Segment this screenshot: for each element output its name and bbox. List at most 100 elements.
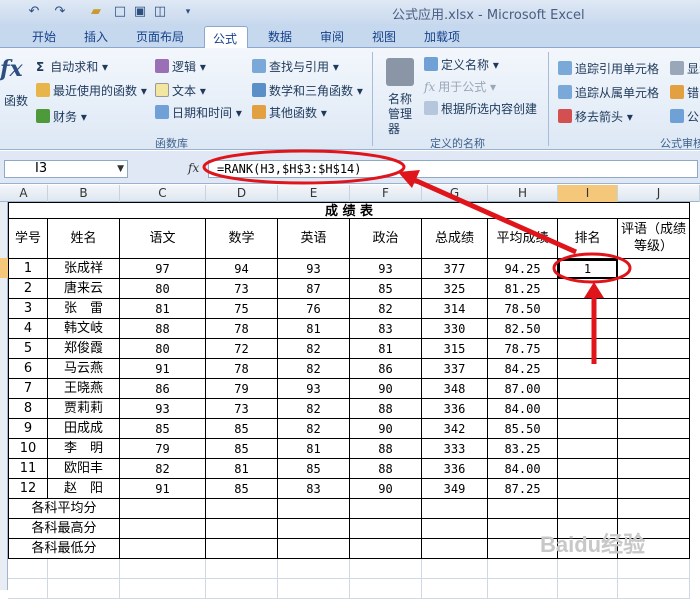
table-cell[interactable]: 85 — [206, 439, 278, 459]
header-cell[interactable]: 学号 — [8, 219, 48, 259]
empty-cell[interactable] — [8, 579, 48, 599]
column-header-e[interactable]: E — [278, 185, 350, 202]
table-cell[interactable]: 83.25 — [488, 439, 558, 459]
more-functions-button[interactable]: 其他函数 ▾ — [252, 104, 327, 122]
header-cell[interactable]: 语文 — [120, 219, 206, 259]
summary-cell[interactable] — [206, 539, 278, 559]
table-cell[interactable]: 377 — [422, 259, 488, 279]
table-cell[interactable]: 唐来云 — [48, 279, 120, 299]
table-cell[interactable]: 337 — [422, 359, 488, 379]
column-header-j[interactable]: J — [618, 185, 700, 202]
summary-cell[interactable] — [558, 539, 618, 559]
tab-insert[interactable]: 插入 — [84, 28, 108, 45]
financial-button[interactable]: 财务 ▾ — [36, 108, 87, 126]
name-manager-button[interactable]: 名称管理器 — [388, 92, 412, 136]
empty-cell[interactable] — [488, 559, 558, 579]
empty-cell[interactable] — [422, 559, 488, 579]
table-cell[interactable]: 73 — [206, 279, 278, 299]
column-header-h[interactable]: H — [488, 185, 558, 202]
table-cell[interactable]: 80 — [120, 279, 206, 299]
table-cell[interactable]: 82 — [278, 339, 350, 359]
summary-cell[interactable] — [206, 519, 278, 539]
summary-label[interactable]: 各科最高分 — [8, 519, 120, 539]
table-cell[interactable]: 315 — [422, 339, 488, 359]
empty-cell[interactable] — [8, 559, 48, 579]
table-cell[interactable]: 82 — [278, 419, 350, 439]
insert-function-button[interactable]: 函数 — [4, 92, 28, 110]
table-cell[interactable]: 78.50 — [488, 299, 558, 319]
table-cell[interactable]: 11 — [8, 459, 48, 479]
define-name-button[interactable]: 定义名称 ▾ — [424, 56, 499, 74]
rank-cell-i3[interactable]: 1 — [558, 259, 618, 279]
new-file-icon[interactable]: □ — [112, 4, 128, 20]
comment-cell[interactable] — [618, 339, 690, 359]
use-in-formula-button[interactable]: fx 用于公式 ▾ — [424, 78, 496, 96]
table-cell[interactable] — [558, 279, 618, 299]
table-cell[interactable]: 88 — [120, 319, 206, 339]
header-cell[interactable]: 评语（成绩等级） — [618, 219, 690, 259]
tab-page-layout[interactable]: 页面布局 — [136, 28, 184, 45]
table-cell[interactable]: 93 — [278, 259, 350, 279]
table-cell[interactable]: 3 — [8, 299, 48, 319]
table-cell[interactable]: 342 — [422, 419, 488, 439]
table-cell[interactable]: 94.25 — [488, 259, 558, 279]
comment-cell[interactable] — [618, 419, 690, 439]
redo-icon[interactable]: ↷ — [52, 4, 68, 20]
column-header-d[interactable]: D — [206, 185, 278, 202]
table-cell[interactable]: 4 — [8, 319, 48, 339]
table-cell[interactable]: 85 — [120, 419, 206, 439]
comment-cell[interactable] — [618, 259, 690, 279]
table-cell[interactable]: 83 — [278, 479, 350, 499]
summary-cell[interactable] — [278, 519, 350, 539]
print-preview-icon[interactable]: ◫ — [152, 4, 168, 20]
empty-cell[interactable] — [350, 559, 422, 579]
table-cell[interactable] — [558, 419, 618, 439]
table-cell[interactable]: 93 — [278, 379, 350, 399]
table-cell[interactable]: 赵 阳 — [48, 479, 120, 499]
table-cell[interactable] — [558, 379, 618, 399]
table-cell[interactable]: 87.25 — [488, 479, 558, 499]
empty-cell[interactable] — [48, 579, 120, 599]
header-cell[interactable]: 平均成绩 — [488, 219, 558, 259]
table-cell[interactable]: 79 — [206, 379, 278, 399]
table-cell[interactable]: 86 — [350, 359, 422, 379]
table-cell[interactable]: 91 — [120, 479, 206, 499]
summary-label[interactable]: 各科平均分 — [8, 499, 120, 519]
table-cell[interactable]: 84.25 — [488, 359, 558, 379]
table-cell[interactable]: 85 — [206, 479, 278, 499]
table-cell[interactable]: 336 — [422, 459, 488, 479]
table-cell[interactable]: 82.50 — [488, 319, 558, 339]
table-cell[interactable]: 333 — [422, 439, 488, 459]
summary-cell[interactable] — [422, 519, 488, 539]
show-formulas-button[interactable]: 显示 — [670, 60, 700, 78]
column-header-b[interactable]: B — [48, 185, 120, 202]
table-cell[interactable]: 76 — [278, 299, 350, 319]
table-cell[interactable]: 81 — [206, 459, 278, 479]
table-cell[interactable]: 田成成 — [48, 419, 120, 439]
table-cell[interactable]: 81 — [120, 299, 206, 319]
table-cell[interactable]: 314 — [422, 299, 488, 319]
table-cell[interactable]: 6 — [8, 359, 48, 379]
insert-function-fx-icon[interactable]: fx — [188, 161, 199, 175]
tab-view[interactable]: 视图 — [372, 28, 396, 45]
lookup-reference-button[interactable]: 查找与引用 ▾ — [252, 58, 339, 76]
tab-data[interactable]: 数据 — [268, 28, 292, 45]
undo-icon[interactable]: ↶ — [26, 4, 42, 20]
table-cell[interactable] — [558, 339, 618, 359]
table-cell[interactable] — [558, 359, 618, 379]
summary-cell[interactable] — [618, 499, 690, 519]
empty-cell[interactable] — [422, 579, 488, 599]
empty-cell[interactable] — [558, 559, 618, 579]
comment-cell[interactable] — [618, 459, 690, 479]
empty-cell[interactable] — [618, 579, 690, 599]
table-cell[interactable]: 93 — [120, 399, 206, 419]
autosum-button[interactable]: Σ 自动求和 ▾ — [36, 58, 108, 76]
chevron-down-icon[interactable]: ▼ — [117, 161, 124, 177]
empty-cell[interactable] — [120, 559, 206, 579]
table-cell[interactable]: 8 — [8, 399, 48, 419]
table-cell[interactable]: 87.00 — [488, 379, 558, 399]
table-cell[interactable] — [558, 299, 618, 319]
table-cell[interactable]: 80 — [120, 339, 206, 359]
table-cell[interactable]: 王晓燕 — [48, 379, 120, 399]
summary-cell[interactable] — [350, 539, 422, 559]
